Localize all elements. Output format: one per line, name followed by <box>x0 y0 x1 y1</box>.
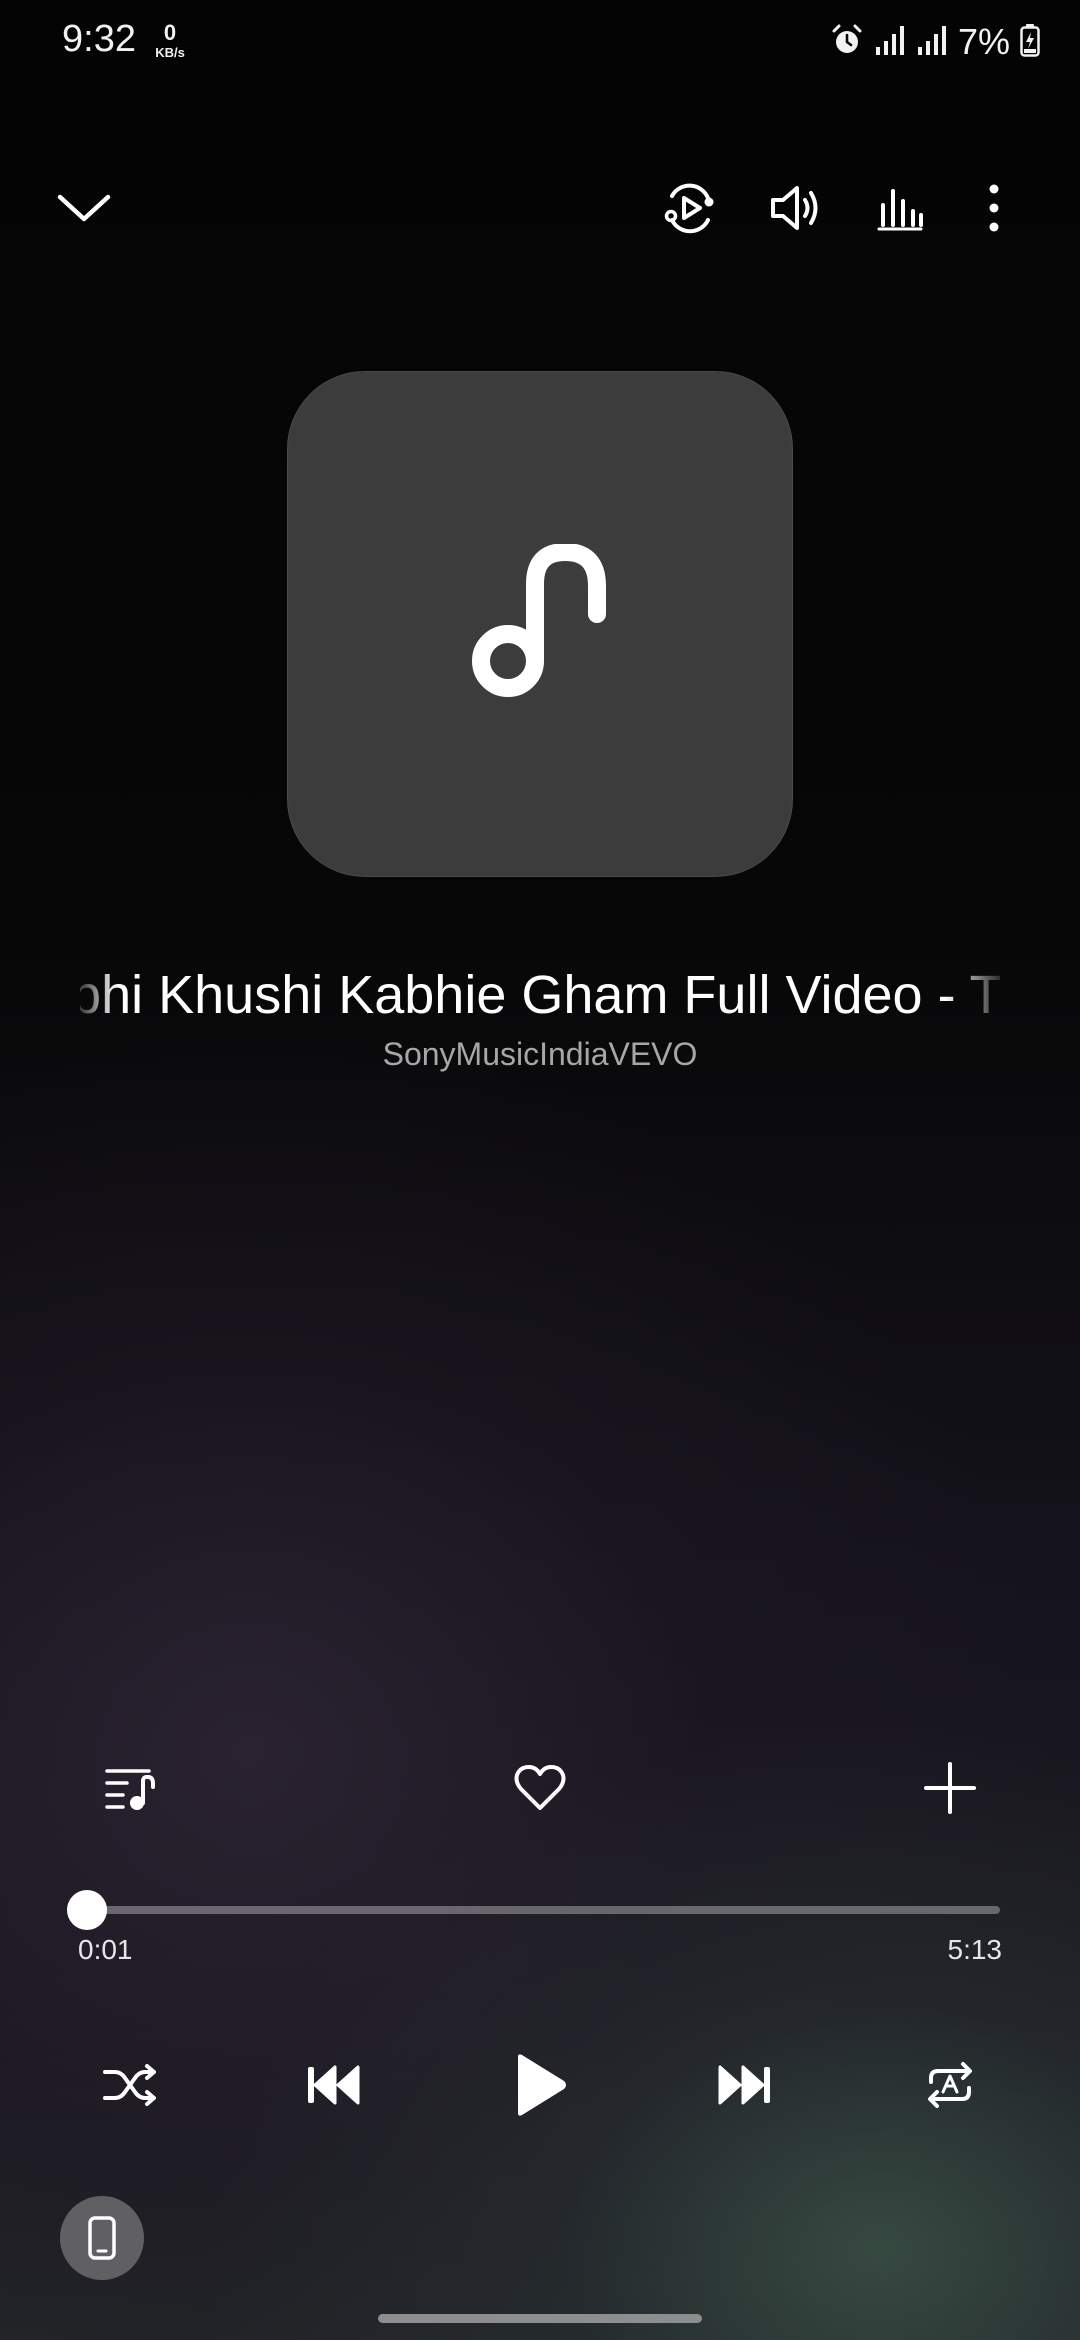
more-options-icon <box>989 184 999 232</box>
battery-percentage: 7% <box>957 21 1010 62</box>
status-icons: 7% <box>830 18 1040 66</box>
album-art <box>287 371 793 877</box>
network-speed-unit: KB/s <box>155 45 185 60</box>
add-icon <box>924 1762 976 1814</box>
song-title-marquee[interactable]: Kabhi Khushi Kabhie Gham Full Video - Ti… <box>80 955 1000 1035</box>
elapsed-time: 0:01 <box>78 1934 133 1965</box>
network-speed-value: 0 <box>163 20 177 45</box>
battery-charging-icon <box>1020 23 1040 62</box>
equalizer-icon <box>877 189 923 231</box>
play-button[interactable] <box>500 2045 580 2125</box>
connected-device-button[interactable] <box>60 2196 144 2280</box>
more-options-button[interactable] <box>954 168 1034 248</box>
queue-icon <box>105 1769 155 1810</box>
network-speed: 0 KB/s <box>150 20 190 60</box>
repeat-button[interactable] <box>910 2045 990 2125</box>
seek-bar[interactable] <box>84 1906 1000 1914</box>
phone-icon <box>88 2216 116 2260</box>
shuffle-button[interactable] <box>90 2045 170 2125</box>
seek-bar-thumb[interactable] <box>66 1890 107 1930</box>
next-icon <box>718 2065 770 2105</box>
song-title: Kabhi Khushi Kabhie Gham Full Video - Ti… <box>80 965 1000 1025</box>
signal-icon <box>916 23 948 62</box>
repeat-icon <box>928 2062 972 2108</box>
collapse-button[interactable] <box>44 168 124 248</box>
alarm-icon <box>830 23 864 62</box>
chevron-down-icon <box>57 194 111 222</box>
shuffle-icon <box>103 2064 156 2106</box>
artist-name[interactable]: SonyMusicIndiaVEVO <box>0 1036 1080 1073</box>
equalizer-button[interactable] <box>860 168 940 248</box>
play-icon <box>518 2054 566 2116</box>
volume-icon <box>771 186 818 230</box>
queue-button[interactable] <box>90 1748 170 1828</box>
next-button[interactable] <box>705 2045 785 2125</box>
smart-view-icon <box>664 183 714 234</box>
music-note-icon <box>472 544 606 697</box>
heart-icon <box>514 1765 566 1810</box>
home-indicator[interactable] <box>378 2314 702 2323</box>
smart-view-button[interactable] <box>650 168 730 248</box>
previous-button[interactable] <box>293 2045 373 2125</box>
status-time: 9:32 <box>62 18 136 60</box>
status-bar: 9:32 0 KB/s 7% <box>0 0 1080 84</box>
music-player-screen: 9:32 0 KB/s 7% bhi Khushi Kabhie Gham Fu… <box>0 0 1080 2340</box>
previous-icon <box>308 2065 360 2105</box>
total-duration: 5:13 <box>947 1934 1003 1965</box>
favorite-button[interactable] <box>500 1748 580 1828</box>
signal-icon <box>874 23 906 62</box>
add-to-playlist-button[interactable] <box>910 1748 990 1828</box>
volume-button[interactable] <box>755 168 835 248</box>
